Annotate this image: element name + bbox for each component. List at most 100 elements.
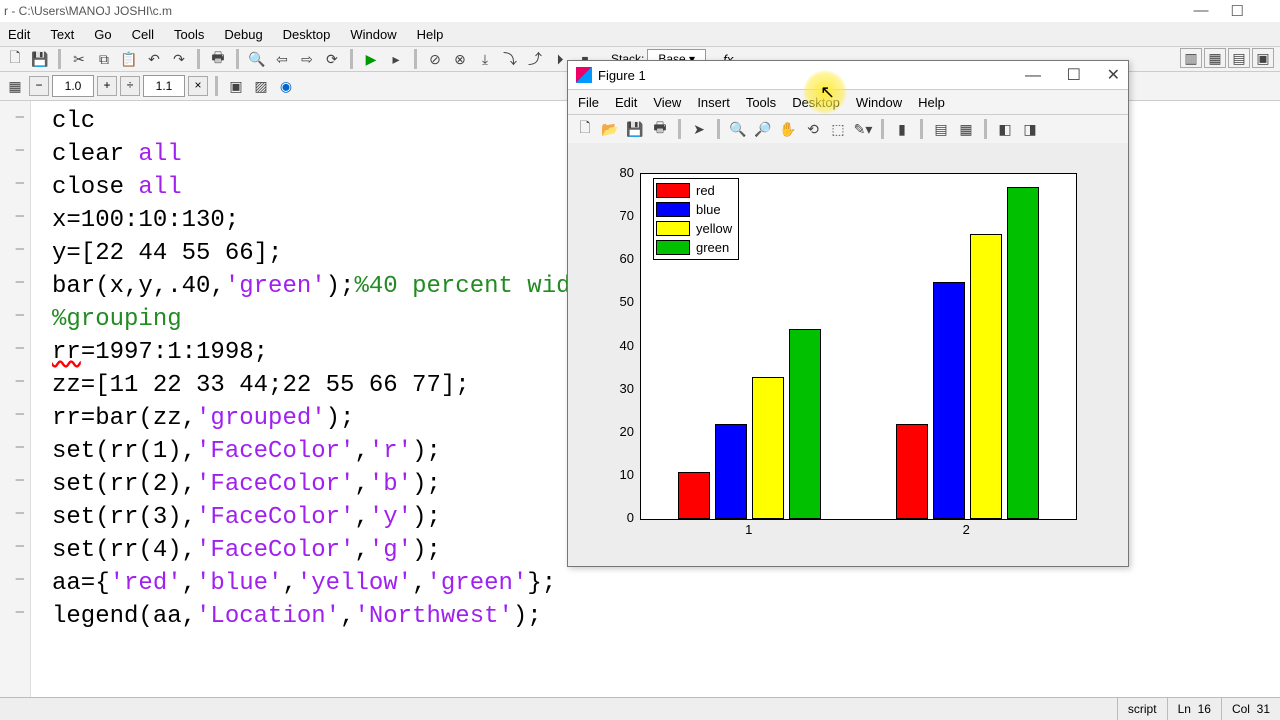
figure-titlebar[interactable]: Figure 1 — ☐ ✕: [568, 61, 1128, 90]
copy-icon[interactable]: ⧉: [93, 49, 115, 69]
back-icon[interactable]: ⇦: [271, 49, 293, 69]
axes[interactable]: redblue yellow green: [640, 173, 1077, 520]
bar-blue-1[interactable]: [715, 424, 747, 519]
menu-tools[interactable]: Tools: [174, 27, 204, 42]
figure-toolbar: 🗋 📂 💾 🖶 ➤ 🔍 🔎 ✋ ⟲ ⬚ ✎▾ ▮ ▤ ▦ ◧ ◨: [568, 115, 1128, 144]
fig-menu-file[interactable]: File: [578, 95, 599, 110]
menu-debug[interactable]: Debug: [224, 27, 262, 42]
legend-item-yellow[interactable]: yellow: [656, 219, 732, 238]
fig-new-icon[interactable]: 🗋: [574, 119, 596, 139]
zoom2-input[interactable]: [143, 75, 185, 97]
fig-datacursor-icon[interactable]: ⬚: [827, 119, 849, 139]
bar-green-2[interactable]: [1007, 187, 1039, 519]
fig-menu-edit[interactable]: Edit: [615, 95, 637, 110]
multiply-button[interactable]: ×: [188, 76, 208, 96]
menu-go[interactable]: Go: [94, 27, 111, 42]
bar-green-1[interactable]: [789, 329, 821, 519]
undo-icon[interactable]: ↶: [143, 49, 165, 69]
publish-icon[interactable]: ▣: [225, 76, 247, 96]
code-line[interactable]: aa={'red','blue','yellow','green'};: [52, 567, 1268, 600]
minimize-button[interactable]: —: [1194, 2, 1209, 20]
maximize-button[interactable]: ☐: [1231, 2, 1244, 20]
figure-maximize-button[interactable]: ☐: [1067, 67, 1081, 84]
legend-item-blue[interactable]: blue: [656, 200, 732, 219]
fig-brush-icon[interactable]: ✎▾: [852, 119, 874, 139]
info-icon[interactable]: ◉: [275, 76, 297, 96]
bar-red-1[interactable]: [678, 472, 710, 519]
fig-print-icon[interactable]: 🖶: [649, 119, 671, 139]
legend-item-red[interactable]: red: [656, 181, 732, 200]
menu-window[interactable]: Window: [350, 27, 396, 42]
increment1-button[interactable]: +: [97, 76, 117, 96]
legend-swatch: [656, 221, 690, 236]
figure-minimize-button[interactable]: —: [1025, 67, 1041, 84]
menu-help[interactable]: Help: [417, 27, 444, 42]
bar-yellow-1[interactable]: [752, 377, 784, 519]
breakpoint-icon[interactable]: ⊘: [424, 49, 446, 69]
step-out-icon[interactable]: ⤴: [524, 49, 546, 69]
divide-button[interactable]: ÷: [120, 76, 140, 96]
figure-title: Figure 1: [598, 68, 646, 83]
goto-icon[interactable]: ⟳: [321, 49, 343, 69]
legend[interactable]: redblue yellow green: [653, 178, 739, 260]
run-icon[interactable]: ▶: [360, 49, 382, 69]
fig-zoomout-icon[interactable]: 🔎: [752, 119, 774, 139]
fig-dock2-icon[interactable]: ◨: [1019, 119, 1041, 139]
paste-icon[interactable]: 📋: [118, 49, 140, 69]
step-in-icon[interactable]: ⤵: [499, 49, 521, 69]
menu-cell[interactable]: Cell: [132, 27, 154, 42]
fig-menu-tools[interactable]: Tools: [746, 95, 776, 110]
menu-text[interactable]: Text: [50, 27, 74, 42]
cell-icon[interactable]: ▦: [4, 76, 26, 96]
main-titlebar: r - C:\Users\MANOJ JOSHI\c.m — ☐: [0, 0, 1280, 22]
fig-rotate-icon[interactable]: ⟲: [802, 119, 824, 139]
fig-legend-icon[interactable]: ▤: [930, 119, 952, 139]
decrement1-button[interactable]: −: [29, 76, 49, 96]
forward-icon[interactable]: ⇨: [296, 49, 318, 69]
fig-menu-desktop[interactable]: Desktop: [792, 95, 840, 110]
fig-zoomin-icon[interactable]: 🔍: [727, 119, 749, 139]
cut-icon[interactable]: ✂: [68, 49, 90, 69]
fig-colorbar-icon[interactable]: ▮: [891, 119, 913, 139]
title-path: r - C:\Users\MANOJ JOSHI\c.m: [4, 4, 172, 18]
fig-save-icon[interactable]: 💾: [624, 119, 646, 139]
ytick: 10: [608, 467, 634, 482]
publish2-icon[interactable]: ▨: [250, 76, 272, 96]
figure-menubar: File Edit View Insert Tools Desktop Window Help: [568, 90, 1128, 115]
layout-1-icon[interactable]: ▥: [1180, 48, 1202, 68]
figure-close-button[interactable]: ✕: [1107, 67, 1120, 84]
layout-2-icon[interactable]: ▦: [1204, 48, 1226, 68]
menu-edit[interactable]: Edit: [8, 27, 30, 42]
zoom1-input[interactable]: [52, 75, 94, 97]
menu-desktop[interactable]: Desktop: [283, 27, 331, 42]
fig-menu-view[interactable]: View: [653, 95, 681, 110]
save-icon[interactable]: 💾: [29, 49, 51, 69]
bar-yellow-2[interactable]: [970, 234, 1002, 519]
find-icon[interactable]: 🔍: [246, 49, 268, 69]
fig-menu-insert[interactable]: Insert: [697, 95, 730, 110]
bar-red-2[interactable]: [896, 424, 928, 519]
layout-4-icon[interactable]: ▣: [1252, 48, 1274, 68]
fig-menu-window[interactable]: Window: [856, 95, 902, 110]
new-file-icon[interactable]: 🗋: [4, 49, 26, 69]
fig-dock1-icon[interactable]: ◧: [994, 119, 1016, 139]
clear-breakpoints-icon[interactable]: ⊗: [449, 49, 471, 69]
ytick: 30: [608, 381, 634, 396]
layout-3-icon[interactable]: ▤: [1228, 48, 1250, 68]
run-section-icon[interactable]: ▸: [385, 49, 407, 69]
fig-open-icon[interactable]: 📂: [599, 119, 621, 139]
code-line[interactable]: legend(aa,'Location','Northwest');: [52, 600, 1268, 633]
legend-label: yellow: [696, 221, 732, 236]
redo-icon[interactable]: ↷: [168, 49, 190, 69]
fig-menu-help[interactable]: Help: [918, 95, 945, 110]
fig-pan-icon[interactable]: ✋: [777, 119, 799, 139]
step-icon[interactable]: ⤓: [474, 49, 496, 69]
fig-grid-icon[interactable]: ▦: [955, 119, 977, 139]
legend-item-green[interactable]: green: [656, 238, 732, 257]
figure-window[interactable]: Figure 1 — ☐ ✕ File Edit View Insert Tools De…: [567, 60, 1129, 567]
bar-blue-2[interactable]: [933, 282, 965, 519]
status-mode: script: [1117, 698, 1167, 720]
print-icon[interactable]: 🖶: [207, 49, 229, 69]
fig-pointer-icon[interactable]: ➤: [688, 119, 710, 139]
xtick: 2: [951, 522, 981, 537]
